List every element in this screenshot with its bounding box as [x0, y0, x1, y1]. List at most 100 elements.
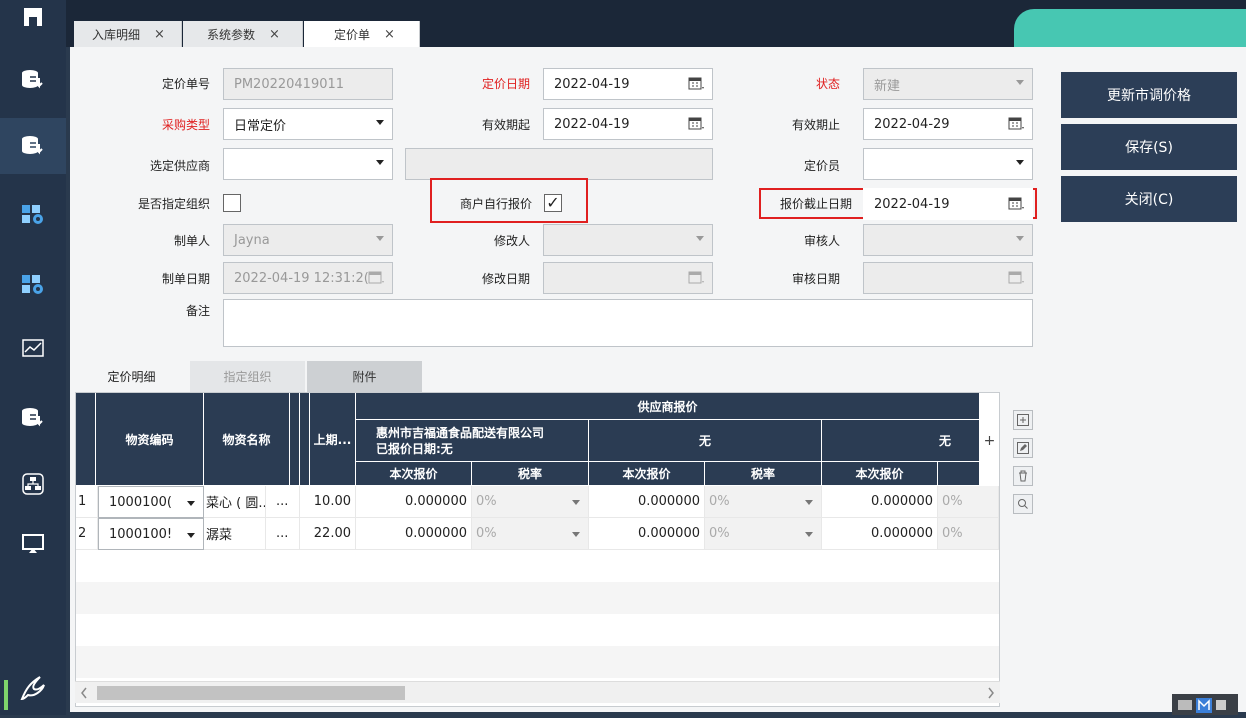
scrollbar-thumb[interactable] [97, 686, 405, 700]
quote-deadline-field[interactable]: 2022-04-19 [863, 188, 1033, 220]
settings-grid-icon[interactable] [8, 192, 58, 236]
sidebar [0, 0, 66, 715]
valid-from-field[interactable]: 2022-04-19 [543, 108, 713, 140]
pricer-select[interactable] [863, 148, 1033, 180]
order-no-label: 定价单号 [161, 77, 210, 91]
price-detail-grid: 物资编码 物资名称 上期... 供应商报价 惠州市吉福通食品配送有限公司 已报价… [75, 392, 1000, 707]
top-strip [66, 0, 1246, 9]
quote-value[interactable]: 0.000000 [589, 518, 705, 550]
self-quote-checkbox[interactable]: ✓ [544, 194, 562, 212]
remark-textarea[interactable] [223, 299, 1033, 347]
col-header-supplier-quote: 供应商报价 [356, 393, 980, 420]
material-code-select[interactable]: 1000100! [98, 518, 204, 550]
col-header-last-period[interactable]: 上期... [310, 393, 356, 486]
chevron-down-icon[interactable] [187, 501, 195, 506]
horizontal-scrollbar[interactable] [75, 681, 1000, 703]
tax-rate-select[interactable]: 0% [705, 518, 822, 550]
tab-system-params[interactable]: 系统参数 × [183, 21, 303, 47]
edit-icon[interactable] [1013, 438, 1033, 458]
trash-icon[interactable] [1013, 466, 1033, 486]
quote-deadline-value: 2022-04-19 [874, 196, 950, 212]
valid-from-value: 2022-04-19 [554, 116, 630, 132]
tax-rate-select[interactable]: 0% [705, 486, 822, 518]
subtab-pricing-detail[interactable]: 定价明细 [74, 361, 189, 392]
pricer-label: 定价员 [803, 159, 840, 173]
chevron-right-icon[interactable] [987, 687, 995, 699]
valid-to-value: 2022-04-29 [874, 116, 950, 132]
col-header-name[interactable]: 物资名称 [204, 393, 290, 486]
quote-value[interactable]: 0.000000 [356, 518, 472, 550]
review-date-field [863, 262, 1033, 294]
search-icon[interactable] [1013, 494, 1033, 514]
create-date-field: 2022-04-19 12:31:2( [223, 262, 393, 294]
valid-to-field[interactable]: 2022-04-29 [863, 108, 1033, 140]
add-column-icon[interactable]: + [980, 420, 999, 462]
purchase-type-select[interactable]: 日常定价 [223, 108, 393, 140]
chevron-down-icon[interactable] [1016, 160, 1024, 165]
supplier-select[interactable] [223, 148, 393, 180]
tax-rate-select[interactable]: 0% [472, 518, 589, 550]
quote-value[interactable]: 0.000000 [589, 486, 705, 518]
self-quote-label: 商户自行报价 [459, 197, 532, 211]
chevron-down-icon[interactable] [805, 500, 813, 505]
supplier-label: 选定供应商 [149, 159, 210, 173]
reviewer-select [863, 224, 1033, 256]
tax-rate-select[interactable]: 0% [938, 486, 999, 518]
modifier-label: 修改人 [493, 234, 530, 248]
tax-rate-value: 0% [709, 526, 730, 541]
designated-org-checkbox[interactable] [223, 194, 241, 212]
quote-value[interactable]: 0.000000 [356, 486, 472, 518]
close-button[interactable]: 关闭(C) [1061, 176, 1237, 222]
line-chart-icon[interactable] [8, 326, 58, 370]
tax-rate-select[interactable]: 0% [938, 518, 999, 550]
tab-pricing-order[interactable]: 定价单 × [304, 21, 420, 48]
chevron-down-icon[interactable] [187, 533, 195, 538]
settings-grid-icon[interactable] [8, 262, 58, 306]
more-ellipsis[interactable]: ... [266, 486, 300, 518]
database-download-icon[interactable] [8, 396, 58, 440]
database-download-icon[interactable] [0, 118, 66, 174]
more-ellipsis[interactable]: ... [266, 518, 300, 550]
quote-value[interactable]: 0.000000 [822, 518, 938, 550]
creator-label: 制单人 [173, 234, 210, 248]
monitor-icon[interactable] [8, 522, 58, 566]
chevron-down-icon[interactable] [572, 500, 580, 505]
last-period-price: 10.00 [300, 486, 356, 518]
reviewer-label: 审核人 [803, 234, 840, 248]
close-icon[interactable]: × [154, 27, 165, 42]
home-icon[interactable] [8, 0, 58, 30]
quote-value[interactable]: 0.000000 [822, 486, 938, 518]
chevron-down-icon [1016, 80, 1024, 85]
empty-row [76, 582, 999, 614]
tab-stock-detail[interactable]: 入库明细 × [74, 21, 182, 47]
update-price-button[interactable]: 更新市调价格 [1061, 72, 1237, 118]
subtab-designated-org[interactable]: 指定组织 [190, 361, 305, 392]
material-code-select[interactable]: 1000100( [98, 486, 204, 518]
calendar-icon[interactable] [688, 76, 706, 92]
close-icon[interactable]: × [384, 27, 395, 42]
chevron-down-icon[interactable] [572, 532, 580, 537]
chevron-down-icon[interactable] [805, 532, 813, 537]
tax-rate-select[interactable]: 0% [472, 486, 589, 518]
col-header-code[interactable]: 物资编码 [96, 393, 204, 486]
database-download-icon[interactable] [8, 58, 58, 102]
calendar-icon[interactable] [688, 116, 706, 132]
chevron-down-icon[interactable] [376, 120, 384, 125]
chevron-down-icon [696, 236, 704, 241]
input-method-tray[interactable] [1172, 694, 1238, 715]
material-code-value: 1000100! [109, 526, 173, 542]
purchase-type-label: 采购类型 [161, 118, 210, 132]
calendar-icon[interactable] [1008, 116, 1026, 132]
add-row-icon[interactable] [1013, 410, 1033, 430]
tab-label: 入库明细 [92, 27, 141, 42]
subtab-attachments[interactable]: 附件 [307, 361, 422, 392]
network-icon[interactable] [8, 462, 58, 506]
close-icon[interactable]: × [269, 27, 280, 42]
price-date-field[interactable]: 2022-04-19 [543, 68, 713, 100]
empty-row [76, 614, 999, 646]
chevron-down-icon[interactable] [376, 160, 384, 165]
save-button[interactable]: 保存(S) [1061, 124, 1237, 170]
calendar-icon[interactable] [1008, 196, 1026, 212]
price-date-label: 定价日期 [481, 77, 530, 91]
chevron-left-icon[interactable] [80, 687, 88, 699]
